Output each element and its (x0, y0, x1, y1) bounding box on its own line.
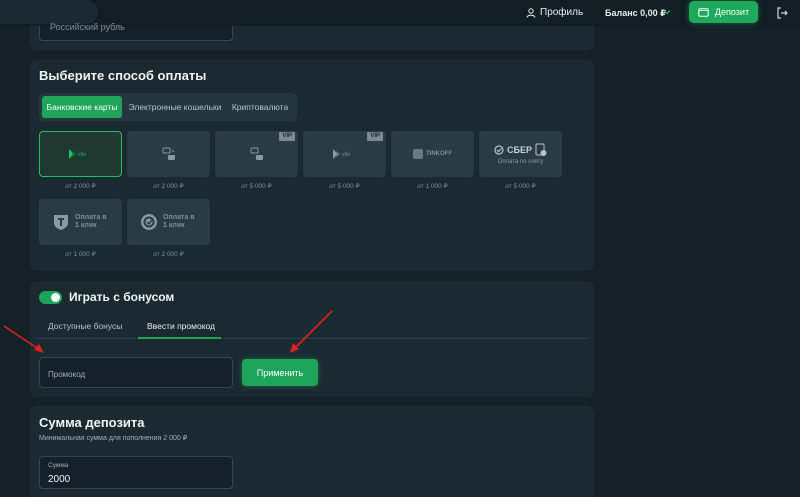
method-yoomoney-one-click[interactable]: Оплата в 1 клик (127, 199, 210, 245)
sum-title: Сумма депозита (39, 415, 145, 430)
svg-text:сбп: сбп (342, 152, 350, 158)
sbp-logo-icon: сбп (68, 149, 86, 159)
method-tinkoff[interactable]: TINKOFF (391, 131, 474, 177)
vip-badge: VIP (367, 132, 383, 141)
payment-tabs: Банковские карты Электронные кошельки Кр… (39, 93, 297, 121)
promocode-input[interactable]: Промокод (39, 357, 233, 388)
tab-enter-promocode[interactable]: Ввести промокод (147, 321, 215, 331)
method-card-transfer-vip[interactable]: VIP (215, 131, 298, 177)
card-transfer-icon (162, 147, 175, 160)
payment-method-panel: Выберите способ оплаты Банковские карты … (30, 59, 594, 271)
method-min: от 2 000 ₽ (153, 251, 184, 258)
bonus-panel: Играть с бонусом Доступные бонусы Ввести… (30, 281, 594, 397)
bonus-toggle[interactable] (39, 291, 62, 304)
sber-caption: Оплата по счету (497, 159, 544, 165)
tab-bank-cards[interactable]: Банковские карты (42, 96, 122, 118)
sber-logo-icon (494, 145, 504, 155)
deposit-label: Депозит (714, 7, 750, 17)
method-min: от 1 000 ₽ (65, 251, 96, 258)
method-card-transfer[interactable] (127, 131, 210, 177)
card-transfer-vip-icon (250, 147, 263, 160)
currency-panel: Российский рубль (30, 22, 594, 50)
sbp-vip-logo-icon: сбп (332, 149, 350, 159)
tbank-name: Оплата в 1 клик (75, 214, 107, 229)
method-min: от 5 000 ₽ (241, 183, 272, 190)
logout-icon[interactable] (775, 6, 789, 20)
deposit-button[interactable]: Депозит (689, 1, 758, 23)
deposit-sum-panel: Сумма депозита Минимальная сумма для поп… (30, 406, 594, 497)
method-tbank-one-click[interactable]: Оплата в 1 клик (39, 199, 122, 245)
payment-title: Выберите способ оплаты (39, 68, 207, 83)
toggle-knob (51, 293, 60, 302)
method-min: от 2 000 ₽ (153, 183, 184, 190)
sum-subtitle: Минимальная сумма для пополнения 2 000 ₽ (39, 435, 188, 442)
profile-link[interactable]: Профиль (526, 7, 583, 18)
vip-badge: VIP (279, 132, 295, 141)
yoomoney-logo-icon (141, 214, 157, 230)
tab-available-bonuses[interactable]: Доступные бонусы (48, 321, 122, 331)
tabs-divider (35, 338, 589, 339)
sum-field-label: Сумма (48, 462, 69, 469)
chevron-down-icon[interactable] (663, 8, 671, 16)
profile-label: Профиль (540, 7, 584, 18)
tbank-logo-icon (54, 215, 68, 230)
sum-field-value: 2000 (48, 474, 71, 485)
method-min: от 2 000 ₽ (65, 183, 96, 190)
method-min: от 1 000 ₽ (417, 183, 448, 190)
tinkoff-name: TINKOFF (426, 151, 452, 157)
method-sbp-vip[interactable]: VIP сбп (303, 131, 386, 177)
promocode-placeholder: Промокод (48, 370, 86, 379)
balance-label: Баланс 0,00 ₽ (605, 8, 667, 18)
method-min: от 5 000 ₽ (329, 183, 360, 190)
method-sbp[interactable]: сбп (39, 131, 122, 177)
user-icon (526, 7, 536, 18)
method-sber-invoice[interactable]: СБЕР Оплата по счету (479, 131, 562, 177)
svg-text:сбп: сбп (78, 152, 86, 158)
bonus-title: Играть с бонусом (69, 290, 175, 304)
header-search-pill[interactable] (0, 0, 98, 24)
balance-display[interactable]: Баланс 0,00 ₽ (605, 8, 666, 19)
wallet-icon (698, 8, 709, 17)
method-min: от 5 000 ₽ (505, 183, 536, 190)
yoomoney-name: Оплата в 1 клик (163, 214, 195, 229)
active-tab-indicator (138, 337, 221, 339)
tab-e-wallets[interactable]: Электронные кошельки (125, 96, 225, 118)
sber-name: СБЕР (507, 145, 532, 155)
tinkoff-logo-icon (413, 149, 423, 159)
sum-input[interactable]: Сумма 2000 (39, 456, 233, 489)
currency-select[interactable]: Российский рубль (39, 22, 233, 41)
invoice-icon (535, 143, 547, 156)
apply-promocode-button[interactable]: Применить (242, 359, 318, 386)
currency-value: Российский рубль (50, 22, 125, 32)
tab-crypto[interactable]: Криптовалюта (227, 96, 293, 118)
